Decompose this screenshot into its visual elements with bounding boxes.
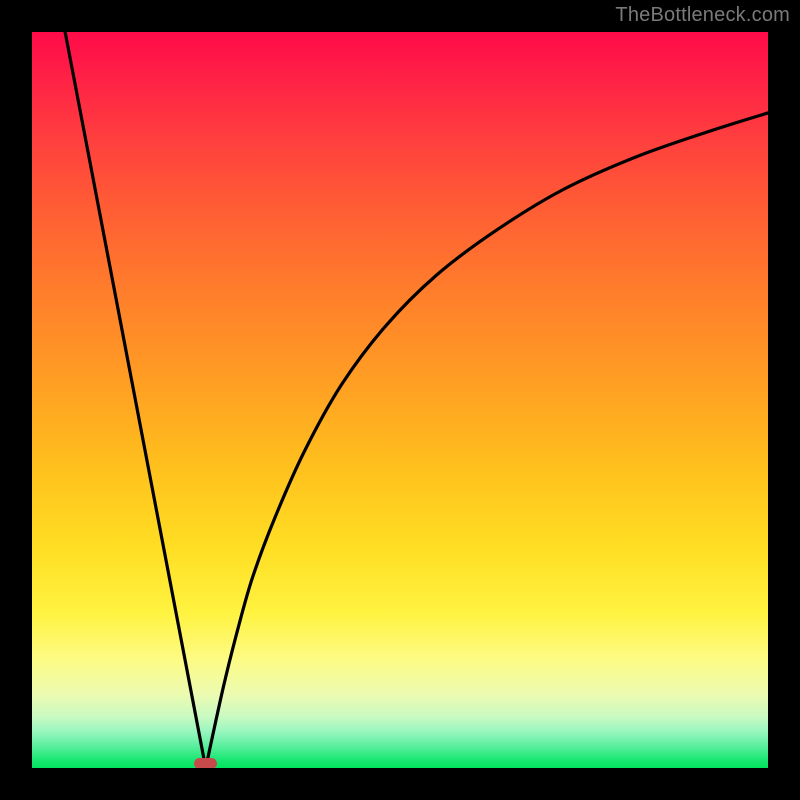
watermark-text: TheBottleneck.com bbox=[615, 4, 790, 27]
bottleneck-curve bbox=[32, 32, 768, 768]
curve-path bbox=[65, 32, 768, 768]
plot-area bbox=[32, 32, 768, 768]
chart-frame: TheBottleneck.com bbox=[0, 0, 800, 800]
optimal-marker bbox=[194, 758, 218, 768]
